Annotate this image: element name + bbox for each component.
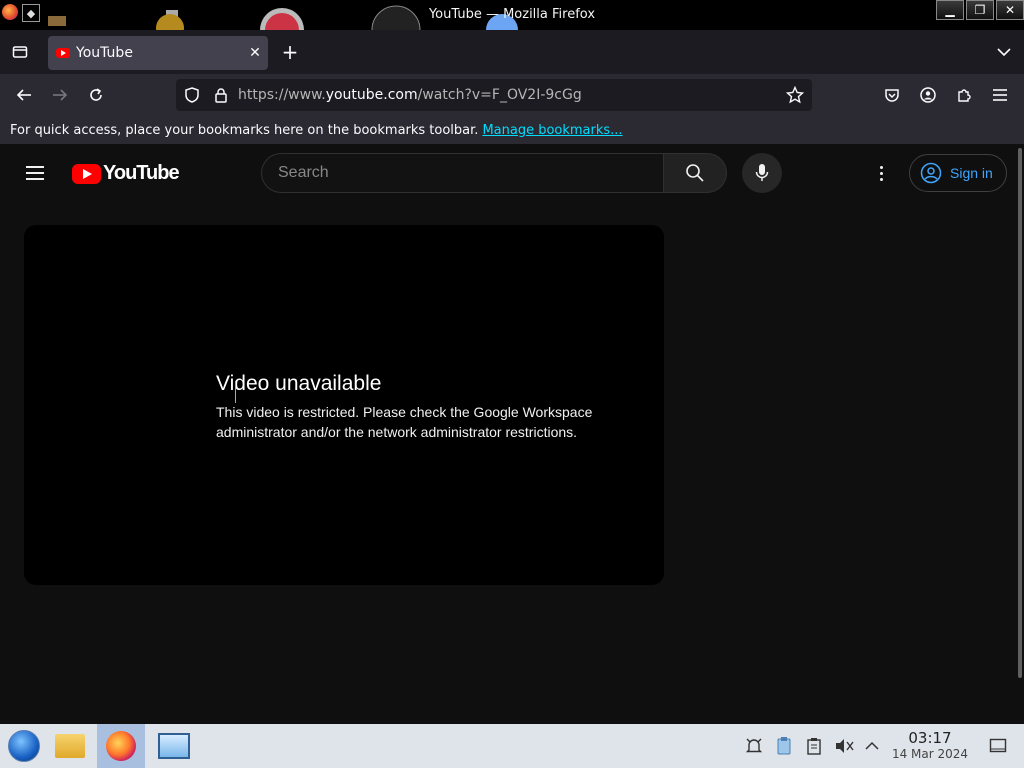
- taskbar: 03:17 14 Mar 2024: [0, 724, 1024, 768]
- url-bar[interactable]: https://www.youtube.com/watch?v=F_OV2I-9…: [176, 79, 812, 111]
- video-player[interactable]: Video unavailable This video is restrict…: [24, 225, 664, 585]
- close-window-button[interactable]: ✕: [996, 0, 1024, 20]
- search-icon: [686, 164, 704, 182]
- url-prefix: https://www.: [238, 87, 326, 103]
- settings-more-button[interactable]: [866, 158, 896, 188]
- folder-icon: [55, 734, 85, 758]
- forward-button[interactable]: [48, 83, 72, 107]
- clipboard-icon[interactable]: [802, 724, 826, 768]
- youtube-logo[interactable]: YouTube: [72, 162, 180, 185]
- error-title: Video unavailable: [216, 372, 382, 395]
- system-settings-button[interactable]: [150, 724, 198, 768]
- sign-in-button[interactable]: Sign in: [909, 154, 1007, 192]
- firefox-icon: [106, 731, 136, 761]
- tab-title: YouTube: [76, 45, 133, 61]
- maximize-button[interactable]: ❐: [966, 0, 994, 20]
- window-title: YouTube — Mozilla Firefox: [428, 7, 596, 22]
- account-circle-icon: [920, 162, 942, 184]
- account-button[interactable]: [916, 83, 940, 107]
- search-field[interactable]: [261, 153, 664, 193]
- url-text[interactable]: https://www.youtube.com/watch?v=F_OV2I-9…: [238, 87, 582, 103]
- bookmarks-toolbar-message: For quick access, place your bookmarks h…: [10, 122, 479, 138]
- tab-youtube[interactable]: YouTube ✕: [48, 36, 268, 70]
- more-vertical-icon: [879, 165, 883, 169]
- arrow-right-icon: [53, 89, 68, 101]
- clock[interactable]: 03:17 14 Mar 2024: [888, 729, 972, 761]
- bookmark-star-icon[interactable]: [785, 85, 805, 108]
- clipboard-vault-icon[interactable]: [772, 724, 796, 768]
- url-path: /watch?v=F_OV2I-9cGg: [417, 87, 582, 103]
- extensions-button[interactable]: [952, 83, 976, 107]
- firefox-view-button[interactable]: [8, 40, 32, 64]
- guide-menu-button[interactable]: [24, 164, 48, 182]
- manage-bookmarks-link[interactable]: Manage bookmarks...: [482, 123, 622, 138]
- search-input[interactable]: [278, 164, 664, 182]
- reload-icon: [90, 88, 102, 101]
- desktop-icon: [989, 738, 1007, 753]
- url-domain: youtube.com: [325, 87, 418, 103]
- list-all-tabs-button[interactable]: [992, 40, 1016, 64]
- volume-muted-icon[interactable]: [832, 724, 856, 768]
- account-icon: [920, 87, 936, 103]
- youtube-play-logo-icon: [72, 163, 101, 184]
- search-button[interactable]: [663, 153, 727, 193]
- text-cursor-icon: [235, 381, 237, 403]
- tracking-protection-shield-icon[interactable]: [176, 87, 208, 103]
- navigation-toolbar: https://www.youtube.com/watch?v=F_OV2I-9…: [0, 74, 1024, 116]
- back-button[interactable]: [12, 83, 36, 107]
- bookmarks-toolbar: For quick access, place your bookmarks h…: [0, 116, 1024, 144]
- arrow-left-icon: [16, 89, 31, 101]
- show-hidden-icons-chevron-up-icon[interactable]: [860, 724, 884, 768]
- chevron-down-icon: [997, 48, 1011, 57]
- youtube-favicon-icon: [56, 48, 70, 58]
- microphone-icon: [755, 164, 769, 181]
- youtube-page: YouTube Sign in Video unavailable This v…: [0, 144, 1024, 724]
- minimize-button[interactable]: ▁: [936, 0, 964, 20]
- tab-close-icon[interactable]: ✕: [242, 45, 268, 61]
- youtube-logo-text: YouTube: [103, 162, 180, 184]
- tab-bar: YouTube ✕ +: [0, 30, 1024, 74]
- reload-button[interactable]: [84, 83, 108, 107]
- start-menu-button[interactable]: [0, 724, 48, 768]
- app-menu-button[interactable]: [988, 83, 1012, 107]
- sign-in-label: Sign in: [950, 165, 993, 181]
- lock-icon[interactable]: [208, 87, 234, 103]
- notifications-icon[interactable]: [742, 724, 766, 768]
- start-orb-icon: [8, 730, 40, 762]
- pocket-icon: [885, 89, 899, 102]
- page-scrollbar[interactable]: [1018, 148, 1022, 678]
- firefox-view-icon: [12, 46, 28, 58]
- file-manager-button[interactable]: [46, 724, 94, 768]
- guide-menu-icon: [26, 166, 44, 168]
- show-desktop-button[interactable]: [986, 724, 1010, 768]
- firefox-taskbar-button[interactable]: [97, 724, 145, 768]
- window-controls: ▁ ❐ ✕: [936, 0, 1024, 20]
- hamburger-menu-icon: [993, 89, 1007, 101]
- puzzle-icon: [958, 89, 971, 102]
- clock-date: 14 Mar 2024: [891, 747, 969, 761]
- error-message: This video is restricted. Please check t…: [216, 404, 593, 440]
- monitor-icon: [158, 733, 190, 759]
- new-tab-button[interactable]: +: [278, 40, 302, 64]
- window-titlebar: ◆ YouTube — Mozilla Firefox ▁ ❐ ✕: [0, 0, 1024, 30]
- clock-time: 03:17: [908, 729, 952, 747]
- pocket-button[interactable]: [880, 83, 904, 107]
- voice-search-button[interactable]: [742, 153, 782, 193]
